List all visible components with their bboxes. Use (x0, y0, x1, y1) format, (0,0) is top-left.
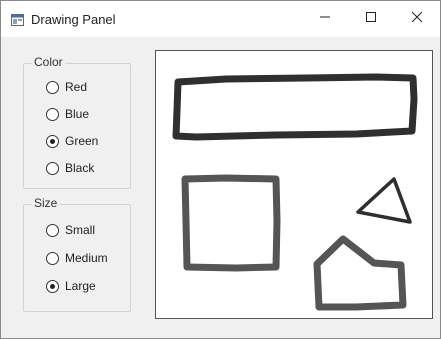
title-bar[interactable]: Drawing Panel (1, 1, 440, 37)
radio-size-small[interactable]: Small (46, 221, 95, 239)
minimize-icon (319, 10, 331, 28)
size-group-legend: Size (32, 196, 60, 210)
minimize-button[interactable] (302, 1, 348, 37)
drawing-canvas[interactable] (155, 50, 433, 319)
close-icon (411, 10, 423, 28)
drawn-stroke-square (181, 174, 281, 272)
radio-indicator[interactable] (46, 251, 59, 265)
radio-color-green[interactable]: Green (46, 132, 98, 150)
radio-color-black[interactable]: Black (46, 159, 94, 177)
window-title: Drawing Panel (31, 12, 116, 27)
radio-label: Medium (65, 251, 108, 265)
radio-indicator[interactable] (46, 279, 59, 293)
radio-indicator[interactable] (46, 223, 59, 237)
radio-size-large[interactable]: Large (46, 277, 96, 295)
radio-label: Blue (65, 107, 90, 121)
radio-size-medium[interactable]: Medium (46, 249, 108, 267)
drawn-stroke-rectangle (172, 73, 418, 141)
radio-color-blue[interactable]: Blue (46, 105, 89, 123)
canvas-drawing-surface[interactable] (156, 51, 432, 318)
drawing-panel-window: Drawing Panel Color Red Blue Green Black… (0, 0, 441, 339)
radio-label: Small (65, 223, 96, 237)
size-groupbox: Size Small Medium Large (23, 196, 131, 312)
color-groupbox: Color Red Blue Green Black (23, 55, 131, 189)
close-button[interactable] (394, 1, 440, 37)
radio-label: Green (65, 134, 99, 148)
radio-indicator[interactable] (46, 134, 59, 148)
drawn-stroke-pentagon (313, 235, 407, 311)
radio-label: Black (65, 161, 95, 175)
radio-color-red[interactable]: Red (46, 78, 87, 96)
app-icon (11, 13, 24, 26)
radio-indicator[interactable] (46, 80, 59, 94)
maximize-button[interactable] (348, 1, 394, 37)
color-group-legend: Color (32, 55, 65, 69)
radio-indicator[interactable] (46, 161, 59, 175)
radio-label: Large (65, 279, 96, 293)
radio-indicator[interactable] (46, 107, 59, 121)
drawn-stroke-triangle (356, 177, 412, 224)
maximize-icon (365, 10, 377, 28)
radio-label: Red (65, 80, 88, 94)
